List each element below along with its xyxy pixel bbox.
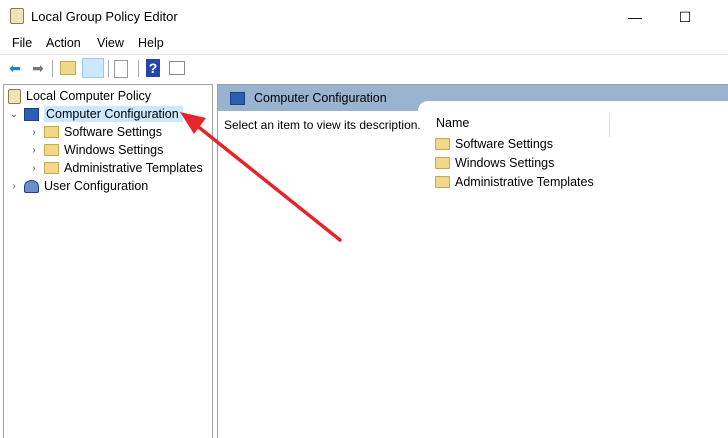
arrow-shaft <box>194 123 342 242</box>
annotation-arrow <box>180 112 342 242</box>
